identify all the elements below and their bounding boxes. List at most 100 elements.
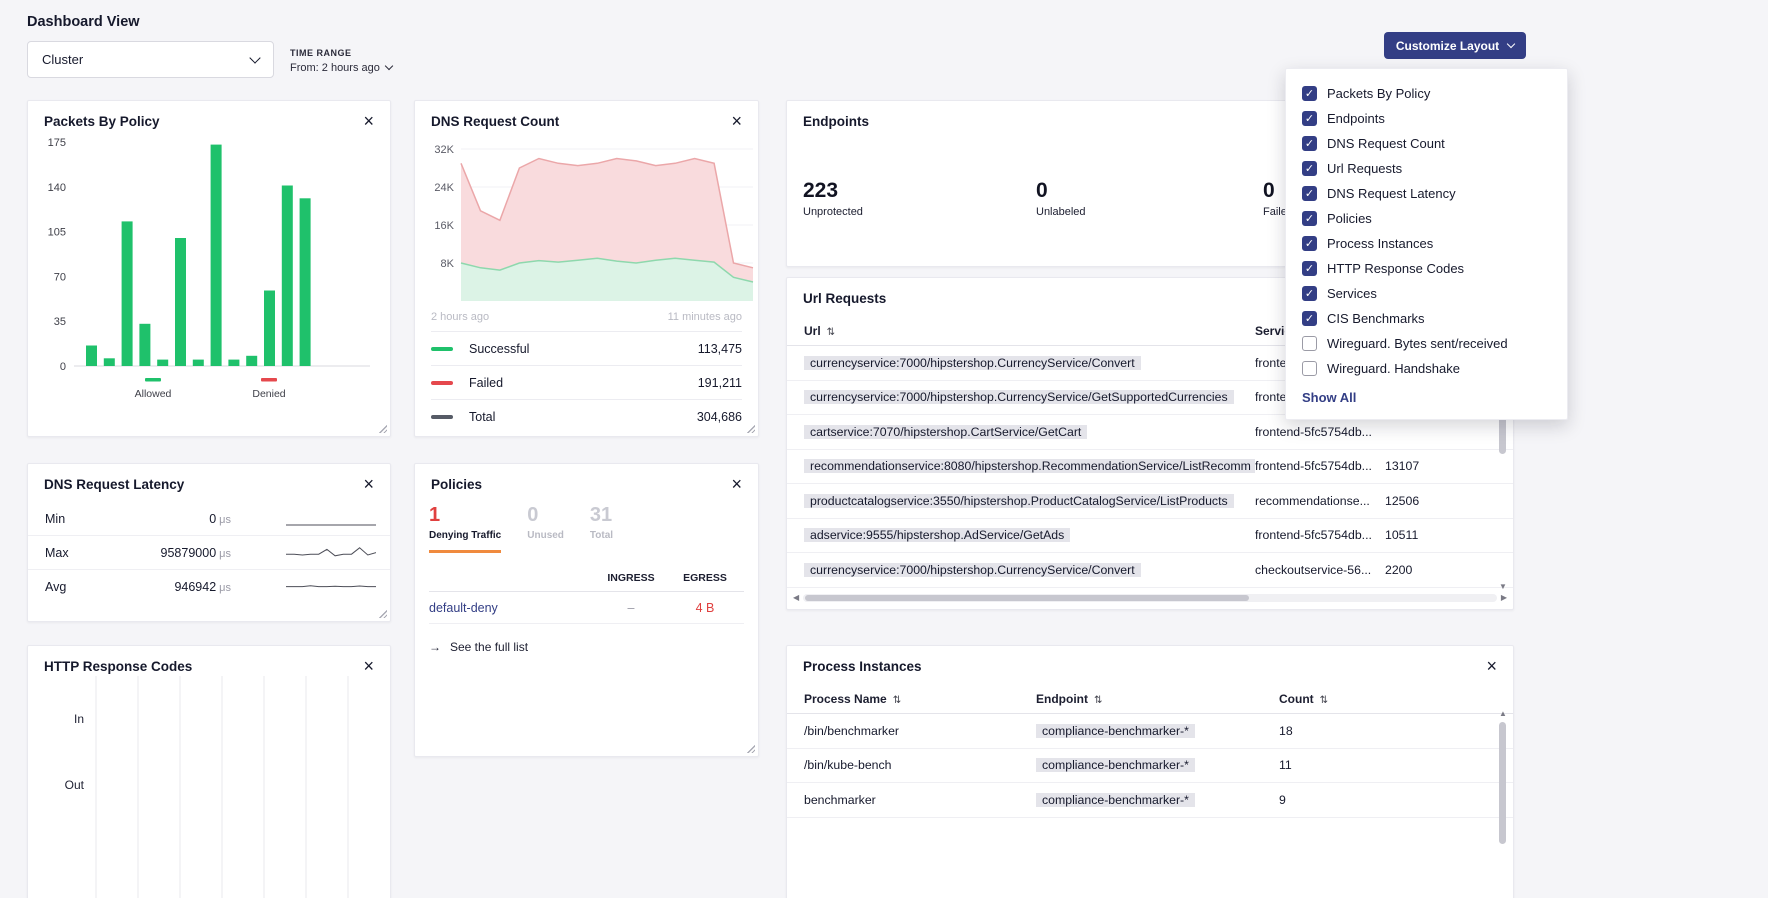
chevron-down-icon bbox=[385, 62, 393, 70]
svg-text:Allowed: Allowed bbox=[135, 388, 172, 400]
cluster-select-value: Cluster bbox=[42, 52, 83, 67]
resize-handle[interactable] bbox=[746, 424, 755, 433]
cluster-select[interactable]: Cluster bbox=[27, 41, 274, 78]
menu-item-http-response-codes[interactable]: ✓ HTTP Response Codes bbox=[1286, 256, 1567, 281]
resize-handle[interactable] bbox=[378, 609, 387, 618]
packets-bar-chart: 03570105140175AllowedDenied bbox=[36, 129, 380, 429]
latency-sparkline bbox=[286, 542, 376, 564]
url-request-row[interactable]: recommendationservice:8080/hipstershop.R… bbox=[787, 450, 1513, 485]
menu-item-policies[interactable]: ✓Policies bbox=[1286, 206, 1567, 231]
checkbox-checked-icon[interactable]: ✓ bbox=[1302, 311, 1317, 326]
url-request-row[interactable]: adservice:9555/hipstershop.AdService/Get… bbox=[787, 519, 1513, 554]
menu-item-dns-request-count[interactable]: ✓ DNS Request Count bbox=[1286, 131, 1567, 156]
legend-value: 304,686 bbox=[697, 410, 742, 424]
column-header-process-name[interactable]: Process Name⇅ bbox=[804, 692, 1036, 706]
column-header-count[interactable]: Count⇅ bbox=[1279, 692, 1497, 706]
policies-tab-unused[interactable]: 0Unused bbox=[527, 504, 564, 553]
policies-tab-denying-traffic[interactable]: 1Denying Traffic bbox=[429, 504, 501, 553]
scroll-up-icon[interactable]: ▲ bbox=[1499, 710, 1507, 718]
column-header-url[interactable]: Url⇅ bbox=[804, 324, 1255, 338]
latency-value: 95879000μs bbox=[131, 546, 231, 560]
column-header-endpoint[interactable]: Endpoint⇅ bbox=[1036, 692, 1279, 706]
count-cell: 2200 bbox=[1385, 563, 1497, 577]
menu-item-label: Process Instances bbox=[1327, 236, 1433, 251]
checkbox-checked-icon[interactable]: ✓ bbox=[1302, 211, 1317, 226]
legend-row-total: Total304,686 bbox=[431, 399, 742, 433]
scroll-down-icon[interactable]: ▼ bbox=[1499, 583, 1507, 591]
time-range-value[interactable]: From: 2 hours ago bbox=[290, 62, 392, 74]
scroll-right-icon[interactable]: ▶ bbox=[1501, 594, 1507, 602]
process-instance-row[interactable]: /bin/benchmarkercompliance-benchmarker-*… bbox=[787, 714, 1513, 749]
scroll-left-icon[interactable]: ◀ bbox=[793, 594, 799, 602]
checkbox-checked-icon[interactable]: ✓ bbox=[1302, 161, 1317, 176]
menu-item-label: HTTP Response Codes bbox=[1327, 261, 1464, 276]
checkbox-unchecked-icon[interactable] bbox=[1302, 361, 1317, 376]
close-icon[interactable]: × bbox=[731, 114, 742, 128]
policy-row[interactable]: default-deny – 4 B bbox=[429, 592, 744, 624]
svg-text:175: 175 bbox=[48, 137, 66, 149]
legend-label: Successful bbox=[469, 342, 529, 356]
see-full-list-link[interactable]: → See the full list bbox=[429, 640, 744, 654]
menu-item-label: Services bbox=[1327, 286, 1377, 301]
menu-item-wireguard-handshake[interactable]: Wireguard. Handshake bbox=[1286, 356, 1567, 381]
legend-row-successful: Successful113,475 bbox=[431, 331, 742, 365]
close-icon[interactable]: × bbox=[363, 114, 374, 128]
menu-item-process-instances[interactable]: ✓ Process Instances bbox=[1286, 231, 1567, 256]
close-icon[interactable]: × bbox=[363, 659, 374, 673]
legend-swatch-icon bbox=[431, 347, 453, 351]
service-cell: frontend-5fc5754db... bbox=[1255, 425, 1385, 439]
menu-item-cis-benchmarks[interactable]: ✓CIS Benchmarks bbox=[1286, 306, 1567, 331]
menu-item-label: DNS Request Count bbox=[1327, 136, 1445, 151]
policies-tab-total[interactable]: 31Total bbox=[590, 504, 613, 553]
count-cell: 10511 bbox=[1385, 528, 1497, 542]
legend-swatch-icon bbox=[431, 415, 453, 419]
horizontal-scrollbar[interactable]: ◀ ▶ bbox=[793, 592, 1507, 604]
close-icon[interactable]: × bbox=[1486, 659, 1497, 673]
url-cell: cartservice:7070/hipstershop.CartService… bbox=[804, 425, 1255, 439]
menu-item-label: Wireguard. Handshake bbox=[1327, 361, 1460, 376]
checkbox-unchecked-icon[interactable] bbox=[1302, 336, 1317, 351]
menu-item-packets-by-policy[interactable]: ✓Packets By Policy bbox=[1286, 81, 1567, 106]
show-all-link[interactable]: Show All bbox=[1286, 381, 1567, 405]
latency-row-min: Min0μs bbox=[28, 502, 390, 536]
latency-label: Avg bbox=[45, 580, 131, 594]
checkbox-checked-icon[interactable]: ✓ bbox=[1302, 86, 1317, 101]
resize-handle[interactable] bbox=[378, 424, 387, 433]
menu-item-services[interactable]: ✓ Services bbox=[1286, 281, 1567, 306]
url-request-row[interactable]: productcatalogservice:3550/hipstershop.P… bbox=[787, 484, 1513, 519]
customize-layout-button[interactable]: Customize Layout bbox=[1384, 32, 1526, 59]
policies-table: INGRESS EGRESS default-deny – 4 B bbox=[429, 565, 744, 624]
menu-item-wireguard-bytes-sent-received[interactable]: Wireguard. Bytes sent/received bbox=[1286, 331, 1567, 356]
card-title: Url Requests bbox=[803, 291, 886, 306]
process-instance-row[interactable]: benchmarkercompliance-benchmarker-*9 bbox=[787, 783, 1513, 818]
url-request-row[interactable]: cartservice:7070/hipstershop.CartService… bbox=[787, 415, 1513, 450]
menu-item-endpoints[interactable]: ✓Endpoints bbox=[1286, 106, 1567, 131]
checkbox-checked-icon[interactable]: ✓ bbox=[1302, 136, 1317, 151]
card-title: Policies bbox=[431, 477, 482, 492]
resize-handle[interactable] bbox=[746, 744, 755, 753]
svg-text:35: 35 bbox=[54, 316, 66, 328]
close-icon[interactable]: × bbox=[363, 477, 374, 491]
svg-text:0: 0 bbox=[60, 361, 66, 373]
checkbox-checked-icon[interactable]: ✓ bbox=[1302, 286, 1317, 301]
service-cell: checkoutservice-56... bbox=[1255, 563, 1385, 577]
checkbox-checked-icon[interactable]: ✓ bbox=[1302, 261, 1317, 276]
close-icon[interactable]: × bbox=[731, 477, 742, 491]
checkbox-checked-icon[interactable]: ✓ bbox=[1302, 186, 1317, 201]
dns-area-chart: 8K16K24K32K bbox=[417, 137, 757, 313]
time-range-text: From: 2 hours ago bbox=[290, 62, 380, 74]
policy-name-link[interactable]: default-deny bbox=[429, 601, 596, 615]
checkbox-checked-icon[interactable]: ✓ bbox=[1302, 111, 1317, 126]
vertical-scrollbar[interactable]: ▲ bbox=[1498, 712, 1507, 898]
process-instance-row[interactable]: /bin/kube-benchcompliance-benchmarker-*1… bbox=[787, 749, 1513, 784]
menu-item-url-requests[interactable]: ✓Url Requests bbox=[1286, 156, 1567, 181]
menu-item-dns-request-latency[interactable]: ✓DNS Request Latency bbox=[1286, 181, 1567, 206]
chevron-down-icon bbox=[249, 52, 260, 63]
latency-rows: Min0μsMax95879000μsAvg946942μs bbox=[28, 502, 390, 603]
latency-sparkline bbox=[286, 576, 376, 598]
count-cell: 18 bbox=[1279, 724, 1497, 738]
customize-layout-menu-items: ✓Packets By Policy✓Endpoints✓DNS Request… bbox=[1286, 81, 1567, 381]
checkbox-checked-icon[interactable]: ✓ bbox=[1302, 236, 1317, 251]
tab-label: Total bbox=[590, 530, 613, 541]
url-request-row[interactable]: currencyservice:7000/hipstershop.Currenc… bbox=[787, 553, 1513, 588]
